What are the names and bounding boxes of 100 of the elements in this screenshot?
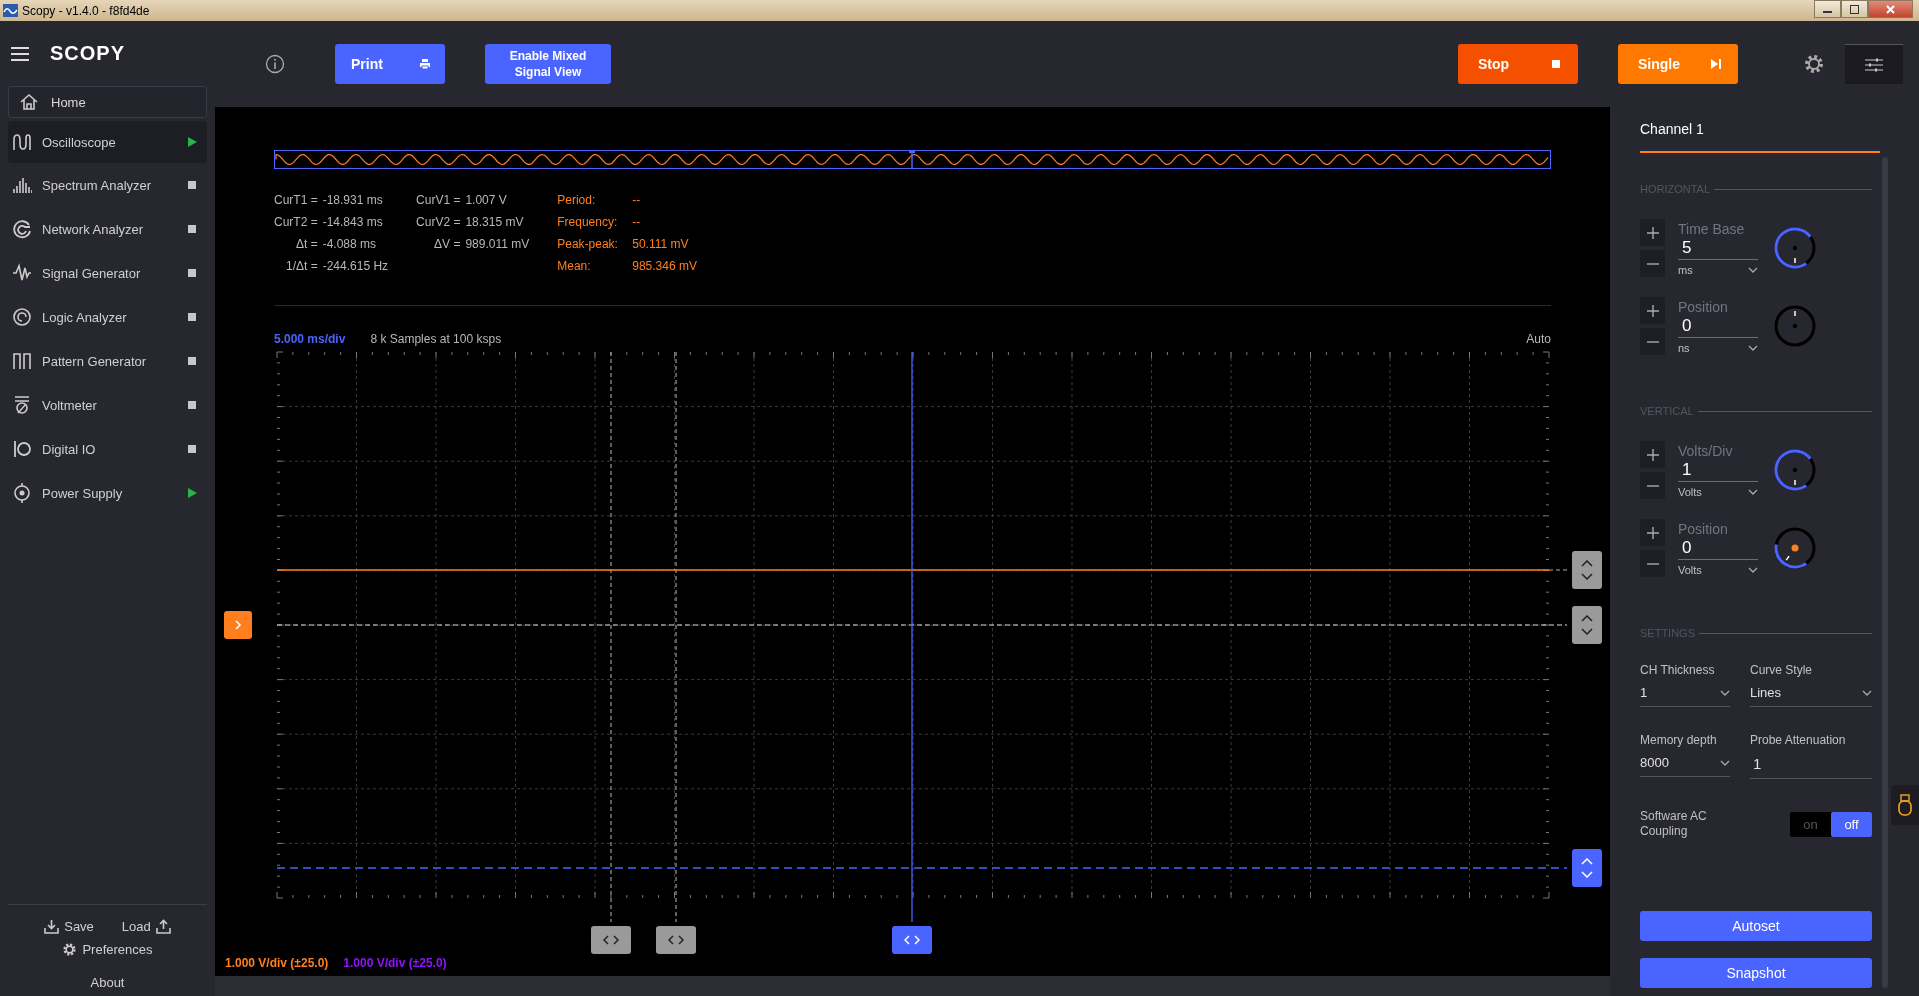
cursor-handle[interactable] — [656, 926, 696, 954]
snapshot-button[interactable]: Snapshot — [1640, 958, 1872, 988]
value-field[interactable]: 0 — [1678, 314, 1758, 338]
tool-item[interactable]: Voltmeter — [8, 383, 207, 427]
cursor-handle[interactable] — [591, 926, 631, 954]
load-button[interactable]: Load — [121, 919, 171, 934]
wave-icon — [12, 132, 32, 152]
minimize-button[interactable] — [1814, 0, 1841, 18]
readout-label: Period: — [557, 193, 597, 207]
channel-marker[interactable] — [224, 611, 252, 639]
readout-label: CurV1 = — [416, 193, 461, 207]
unit-dropdown[interactable]: ms — [1678, 263, 1758, 276]
increment-button[interactable] — [1640, 519, 1665, 546]
menu-icon[interactable] — [10, 45, 30, 62]
dropdown[interactable]: 1 — [1640, 683, 1730, 707]
cursor-handle[interactable] — [1572, 849, 1602, 887]
autoset-button[interactable]: Autoset — [1640, 911, 1872, 941]
channel-tab[interactable]: Channel 1 — [1640, 121, 1880, 153]
maximize-icon — [1850, 4, 1859, 14]
level-handle[interactable] — [1572, 606, 1602, 644]
print-button[interactable]: Print — [335, 44, 445, 84]
decrement-button[interactable] — [1640, 472, 1665, 499]
chevron-icon — [234, 620, 242, 630]
chevron-down-icon — [1862, 689, 1872, 696]
tool-item[interactable]: Network Analyzer — [8, 207, 207, 251]
mixed-signal-button[interactable]: Enable Mixed Signal View — [485, 44, 611, 84]
field-label: Probe Attenuation — [1750, 733, 1847, 747]
chevron-down-icon — [1720, 759, 1730, 766]
readout-value: 50.111 mV — [632, 237, 690, 251]
sliders-icon — [1864, 57, 1884, 72]
readout-label: Mean: — [557, 259, 592, 273]
minus-icon — [1646, 262, 1659, 265]
readout-label: Δt = — [295, 237, 318, 251]
field-label: Position — [1678, 520, 1729, 537]
info-icon[interactable] — [265, 54, 285, 74]
tool-item[interactable]: Oscilloscope — [8, 121, 207, 163]
value-field[interactable]: 0 — [1678, 536, 1758, 560]
stop-button[interactable]: Stop — [1458, 44, 1578, 84]
increment-button[interactable] — [1640, 297, 1665, 324]
tool-item[interactable]: Digital IO — [8, 427, 207, 471]
level-handle[interactable] — [1572, 551, 1602, 589]
field-label: CH Thickness — [1640, 663, 1716, 677]
plus-icon — [1646, 304, 1659, 317]
plus-icon — [1646, 226, 1659, 239]
value-field[interactable]: 5 — [1678, 236, 1758, 260]
increment-button[interactable] — [1640, 219, 1665, 246]
field-label: Memory depth — [1640, 733, 1718, 747]
home-item[interactable]: Home — [8, 86, 207, 118]
close-button[interactable] — [1868, 0, 1913, 18]
cursor-handle[interactable] — [892, 926, 932, 954]
download-icon — [44, 919, 60, 934]
unit-dropdown[interactable]: Volts — [1678, 485, 1758, 498]
app-logo: SCOPY — [50, 42, 126, 65]
usb-tab[interactable] — [1891, 785, 1919, 825]
readout-value: 18.315 mV — [465, 215, 525, 229]
readout-value: 1.007 V — [465, 193, 508, 207]
decrement-button[interactable] — [1640, 250, 1665, 277]
printer-icon — [419, 58, 431, 70]
save-button[interactable]: Save — [44, 919, 94, 934]
chevron-down-icon — [1748, 488, 1758, 495]
decrement-button[interactable] — [1640, 328, 1665, 355]
menu-button[interactable] — [1845, 44, 1903, 84]
plus-icon — [1646, 448, 1659, 461]
readout-label: 1/Δt = — [285, 259, 318, 273]
about-link[interactable]: About — [90, 975, 125, 990]
chevron-down-icon — [1748, 566, 1758, 573]
toggle-switch[interactable]: on off — [1790, 811, 1872, 837]
field-label: Position — [1678, 298, 1729, 315]
maximize-button[interactable] — [1841, 0, 1868, 18]
meter-icon — [12, 395, 32, 415]
dropdown[interactable]: 8000 — [1640, 753, 1730, 777]
minus-icon — [1646, 484, 1659, 487]
tool-item[interactable]: Pattern Generator — [8, 339, 207, 383]
tool-item[interactable]: Signal Generator — [8, 251, 207, 295]
chevrons-icon — [904, 935, 920, 945]
decrement-button[interactable] — [1640, 550, 1665, 577]
dropdown[interactable]: Lines — [1750, 683, 1872, 707]
settings-icon[interactable] — [1803, 53, 1825, 75]
readout-value: -4.088 ms — [322, 237, 378, 251]
power-icon — [12, 483, 32, 503]
preferences-button[interactable]: Preferences — [62, 942, 153, 957]
channel-scale: 1.000 V/div (±25.0) — [343, 956, 447, 970]
readout-label: CurT1 = — [274, 193, 318, 207]
readout-value: -14.843 ms — [322, 215, 384, 229]
minus-icon — [1646, 340, 1659, 343]
tool-item[interactable]: Power Supply — [8, 471, 207, 515]
tool-item[interactable]: Spectrum Analyzer — [8, 163, 207, 207]
readout-value: 989.011 mV — [465, 237, 530, 251]
spiral-icon — [12, 219, 32, 239]
input-field[interactable]: 1 — [1750, 753, 1872, 779]
unit-dropdown[interactable]: Volts — [1678, 563, 1758, 576]
sample-info: 8 k Samples at 100 ksps — [370, 332, 503, 346]
tool-item[interactable]: Logic Analyzer — [8, 295, 207, 339]
unit-dropdown[interactable]: ns — [1678, 341, 1758, 354]
value-field[interactable]: 1 — [1678, 458, 1758, 482]
chevrons-icon — [1581, 858, 1593, 878]
minus-icon — [1646, 562, 1659, 565]
increment-button[interactable] — [1640, 441, 1665, 468]
channel-scale: 1.000 V/div (±25.0) — [225, 956, 329, 970]
readout-label: ΔV = — [433, 237, 461, 251]
